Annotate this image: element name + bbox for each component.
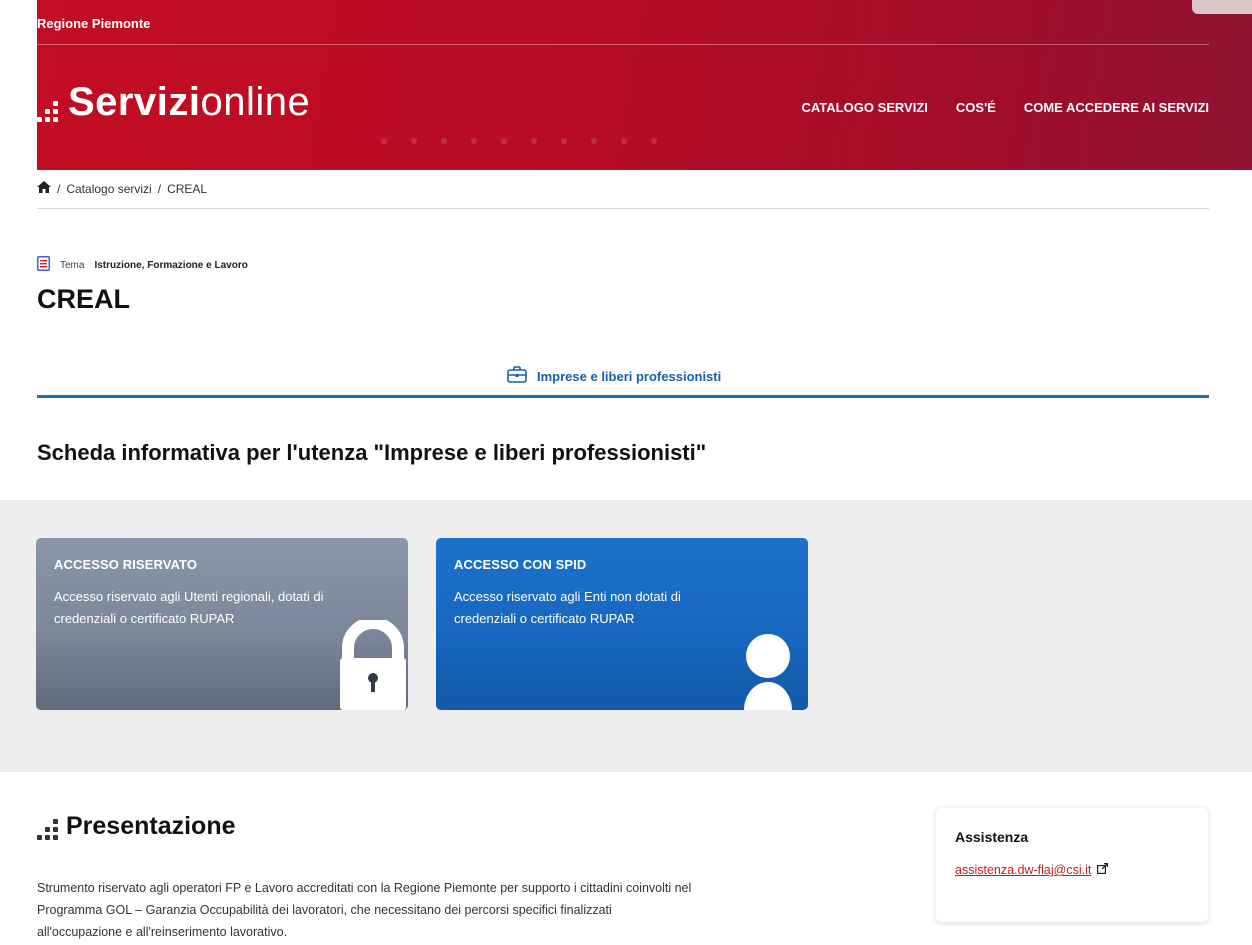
user-icon bbox=[742, 634, 794, 710]
breadcrumb-catalogo[interactable]: Catalogo servizi bbox=[66, 182, 151, 196]
card-title: ACCESSO CON SPID bbox=[454, 557, 587, 572]
tab-bar: Imprese e liberi professionisti bbox=[37, 366, 1209, 398]
main-nav: CATALOGO SERVIZI COS'É COME ACCEDERE AI … bbox=[802, 100, 1210, 115]
tema-value: Istruzione, Formazione e Lavoro bbox=[94, 259, 248, 271]
dots-icon bbox=[37, 819, 58, 840]
home-icon[interactable] bbox=[37, 181, 51, 196]
page-title: CREAL bbox=[37, 284, 130, 314]
nav-come-accedere[interactable]: COME ACCEDERE AI SERVIZI bbox=[1024, 100, 1209, 115]
decorative-dots bbox=[381, 138, 657, 144]
breadcrumb: / Catalogo servizi / CREAL bbox=[37, 181, 207, 196]
card-description: Accesso riservato agli Enti non dotati d… bbox=[454, 589, 681, 626]
breadcrumb-separator: / bbox=[57, 181, 61, 196]
card-title: ACCESSO RISERVATO bbox=[54, 557, 198, 572]
presentazione-heading: Presentazione bbox=[37, 812, 236, 841]
assistenza-email-link[interactable]: assistenza.dw-flaj@csi.it bbox=[955, 863, 1109, 877]
access-section: ACCESSO RISERVATO Accesso riservato agli… bbox=[0, 500, 1252, 772]
tema-row: Tema Istruzione, Formazione e Lavoro bbox=[37, 256, 248, 274]
briefcase-icon bbox=[507, 366, 527, 386]
book-icon bbox=[37, 256, 50, 274]
servizionline-logo[interactable]: Servizionline bbox=[37, 80, 310, 124]
section-title: Scheda informativa per l'utenza "Imprese… bbox=[37, 440, 707, 465]
assistenza-box: Assistenza assistenza.dw-flaj@csi.it bbox=[936, 808, 1208, 922]
logo-text: Servizionline bbox=[68, 80, 311, 124]
logo-dots-icon bbox=[37, 100, 58, 122]
breadcrumb-divider bbox=[37, 208, 1209, 209]
assistenza-title: Assistenza bbox=[955, 829, 1029, 845]
lock-icon bbox=[340, 617, 406, 710]
card-accesso-riservato[interactable]: ACCESSO RISERVATO Accesso riservato agli… bbox=[36, 538, 408, 710]
presentazione-title: Presentazione bbox=[66, 812, 236, 840]
breadcrumb-separator: / bbox=[157, 181, 162, 196]
region-label[interactable]: Regione Piemonte bbox=[37, 16, 150, 31]
tema-label: Tema bbox=[60, 259, 85, 271]
site-header: Regione Piemonte Servizionline CATALOGO … bbox=[37, 0, 1252, 170]
card-description: Accesso riservato agli Utenti regionali,… bbox=[54, 589, 324, 626]
tab-imprese[interactable]: Imprese e liberi professionisti bbox=[507, 366, 721, 386]
breadcrumb-current: CREAL bbox=[167, 181, 208, 196]
tab-label: Imprese e liberi professionisti bbox=[537, 368, 722, 384]
card-accesso-spid[interactable]: ACCESSO CON SPID Accesso riservato agli … bbox=[436, 538, 808, 710]
header-corner-tab[interactable] bbox=[1192, 0, 1252, 14]
header-divider bbox=[37, 44, 1209, 45]
external-link-icon bbox=[1097, 863, 1109, 877]
nav-catalogo-servizi[interactable]: CATALOGO SERVIZI bbox=[802, 100, 928, 115]
assistenza-email: assistenza.dw-flaj@csi.it bbox=[955, 863, 1092, 877]
presentazione-text: Strumento riservato agli operatori FP e … bbox=[37, 881, 692, 939]
nav-cose[interactable]: COS'É bbox=[956, 100, 996, 115]
